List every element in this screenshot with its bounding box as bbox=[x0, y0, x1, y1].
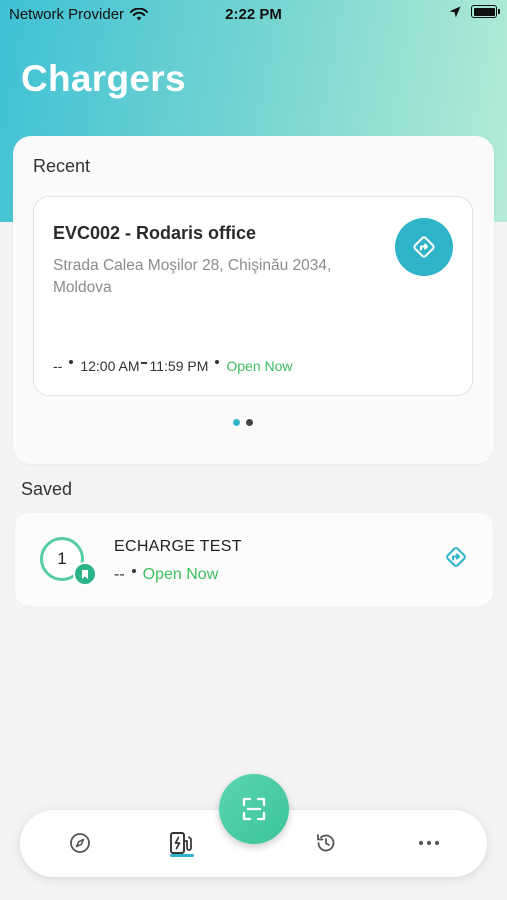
directions-icon bbox=[413, 236, 435, 258]
location-arrow-icon bbox=[449, 6, 461, 17]
recent-label: Recent bbox=[33, 156, 91, 176]
saved-charger-name: ECHARGE TEST bbox=[114, 538, 242, 555]
pager-dot[interactable] bbox=[246, 419, 253, 426]
charger-title: EVC002 - Rodaris office bbox=[53, 223, 257, 243]
charger-meta: -- 12:00 AM 11:59 PM Open Now bbox=[53, 358, 293, 374]
saved-label: Saved bbox=[21, 479, 73, 499]
recent-charger-card[interactable]: EVC002 - Rodaris office Strada Calea Moş… bbox=[33, 196, 473, 396]
charger-hours-end: 11:59 PM bbox=[149, 358, 209, 374]
active-tab-indicator bbox=[170, 854, 194, 857]
charger-station-icon bbox=[170, 832, 192, 854]
scan-button[interactable] bbox=[219, 774, 289, 844]
carousel-pager bbox=[233, 419, 253, 426]
separator-dot bbox=[131, 569, 136, 573]
saved-charger-meta: -- Open Now bbox=[114, 566, 218, 584]
charger-hours-start: 12:00 AM bbox=[80, 358, 140, 374]
page-title: Chargers bbox=[21, 58, 186, 99]
separator-dot bbox=[69, 360, 74, 364]
pager-dot-active[interactable] bbox=[233, 419, 240, 426]
directions-icon bbox=[446, 547, 466, 567]
hours-dash bbox=[141, 362, 148, 364]
tab-history[interactable] bbox=[313, 830, 339, 856]
connector-count: 1 bbox=[57, 549, 67, 568]
directions-button[interactable] bbox=[395, 218, 453, 276]
compass-icon bbox=[70, 833, 90, 853]
saved-directions-button[interactable] bbox=[443, 544, 469, 570]
status-time: 2:22 PM bbox=[225, 6, 282, 23]
saved-charger-distance: -- bbox=[114, 566, 125, 583]
battery-icon bbox=[471, 5, 500, 18]
tab-more[interactable] bbox=[416, 830, 442, 856]
tab-chargers[interactable] bbox=[168, 830, 194, 856]
charger-status: Open Now bbox=[226, 358, 293, 374]
more-icon bbox=[419, 841, 439, 845]
recent-section: Recent EVC002 - Rodaris office Strada Ca… bbox=[13, 136, 494, 464]
saved-charger-status: Open Now bbox=[142, 566, 219, 583]
charger-address: Strada Calea Moşilor 28, Chişinău 2034, … bbox=[53, 257, 332, 296]
tab-explore[interactable] bbox=[67, 830, 93, 856]
status-bar: Network Provider 2:22 PM bbox=[0, 0, 507, 28]
scan-icon bbox=[242, 797, 266, 821]
saved-charger-card[interactable]: 1 ECHARGE TEST -- Open Now bbox=[15, 513, 493, 606]
charger-distance: -- bbox=[53, 358, 63, 374]
separator-dot bbox=[215, 360, 220, 364]
status-right bbox=[449, 5, 500, 18]
bookmark-icon bbox=[73, 562, 97, 586]
history-icon bbox=[317, 834, 335, 852]
